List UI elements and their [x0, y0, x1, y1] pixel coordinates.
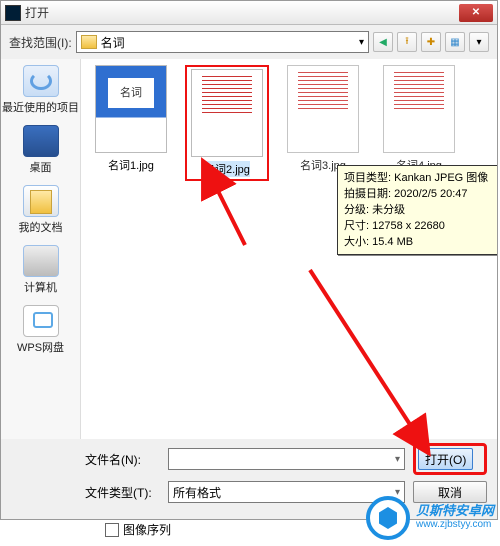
back-button[interactable]: ◀ [373, 32, 393, 52]
sidebar-item-recent[interactable]: 最近使用的项目 [2, 65, 79, 115]
file-item[interactable]: 名词1.jpg [89, 65, 173, 181]
filetype-label: 文件类型(T): [85, 484, 160, 501]
file-thumbnail [383, 65, 455, 153]
open-button[interactable]: 打开(O) [418, 448, 473, 470]
lookin-row: 查找范围(I): 名词 ▾ ◀ ⭱ ✚ ▦ ▾ [1, 25, 497, 59]
close-button[interactable]: ✕ [459, 4, 493, 22]
watermark-name: 贝斯特安卓网 [416, 503, 494, 518]
sidebar-label: 最近使用的项目 [2, 99, 79, 115]
places-sidebar: 最近使用的项目 桌面 我的文档 计算机 WPS网盘 [1, 59, 81, 439]
tooltip-line: 分级: 未分级 [344, 202, 497, 218]
file-name: 名词2.jpg [204, 161, 250, 177]
file-item-selected[interactable]: 名词2.jpg [185, 65, 269, 181]
file-item[interactable]: 名词3.jpg [281, 65, 365, 181]
watermark-url: www.zjbstyy.com [416, 518, 494, 532]
watermark-logo-icon [366, 496, 410, 540]
sidebar-label: WPS网盘 [17, 339, 64, 355]
sequence-label: 图像序列 [123, 521, 171, 538]
sidebar-label: 计算机 [24, 279, 57, 295]
dropdown-arrow-icon: ▾ [359, 37, 364, 48]
sidebar-item-mydocs[interactable]: 我的文档 [19, 185, 63, 235]
sidebar-item-wps[interactable]: WPS网盘 [17, 305, 64, 355]
file-list-pane[interactable]: 名词1.jpg 名词2.jpg 名词3.jpg 名词4.jpg 项目类型: Ka… [81, 59, 497, 439]
tooltip-line: 尺寸: 12758 x 22680 [344, 218, 497, 234]
wps-icon [23, 305, 59, 337]
desktop-icon [23, 125, 59, 157]
mydocs-icon [23, 185, 59, 217]
sidebar-item-desktop[interactable]: 桌面 [23, 125, 59, 175]
sequence-checkbox[interactable] [105, 523, 119, 537]
file-thumbnail [95, 65, 167, 153]
window-title: 打开 [25, 4, 49, 21]
view-button[interactable]: ▦ [445, 32, 465, 52]
file-tooltip: 项目类型: Kankan JPEG 图像 拍摄日期: 2020/2/5 20:4… [337, 165, 497, 255]
lookin-folder-name: 名词 [101, 34, 125, 51]
tooltip-line: 拍摄日期: 2020/2/5 20:47 [344, 186, 497, 202]
watermark-text: 贝斯特安卓网 www.zjbstyy.com [416, 504, 494, 532]
newfolder-button[interactable]: ✚ [421, 32, 441, 52]
dropdown-arrow-icon: ▾ [395, 454, 400, 465]
tooltip-line: 大小: 15.4 MB [344, 234, 497, 250]
file-item[interactable]: 名词4.jpg [377, 65, 461, 181]
tooltip-line: 项目类型: Kankan JPEG 图像 [344, 170, 497, 186]
filetype-value: 所有格式 [173, 484, 221, 501]
lookin-label: 查找范围(I): [9, 34, 72, 51]
sidebar-label: 我的文档 [19, 219, 63, 235]
watermark: 贝斯特安卓网 www.zjbstyy.com [366, 496, 494, 540]
open-dialog: 打开 ✕ 查找范围(I): 名词 ▾ ◀ ⭱ ✚ ▦ ▾ 最近使用的项目 桌面 [0, 0, 498, 520]
filename-label: 文件名(N): [85, 451, 160, 468]
ps-icon [5, 5, 21, 21]
file-name: 名词1.jpg [108, 157, 154, 173]
open-button-highlight: 打开(O) [413, 443, 487, 475]
recent-icon [23, 65, 59, 97]
titlebar: 打开 ✕ [1, 1, 497, 25]
sidebar-item-computer[interactable]: 计算机 [23, 245, 59, 295]
filename-field[interactable]: ▾ [168, 448, 405, 470]
lookin-dropdown[interactable]: 名词 ▾ [76, 31, 369, 53]
sidebar-label: 桌面 [30, 159, 52, 175]
file-thumbnail [191, 69, 263, 157]
viewmenu-button[interactable]: ▾ [469, 32, 489, 52]
file-thumbnail [287, 65, 359, 153]
folder-icon [81, 35, 97, 49]
up-button[interactable]: ⭱ [397, 32, 417, 52]
computer-icon [23, 245, 59, 277]
